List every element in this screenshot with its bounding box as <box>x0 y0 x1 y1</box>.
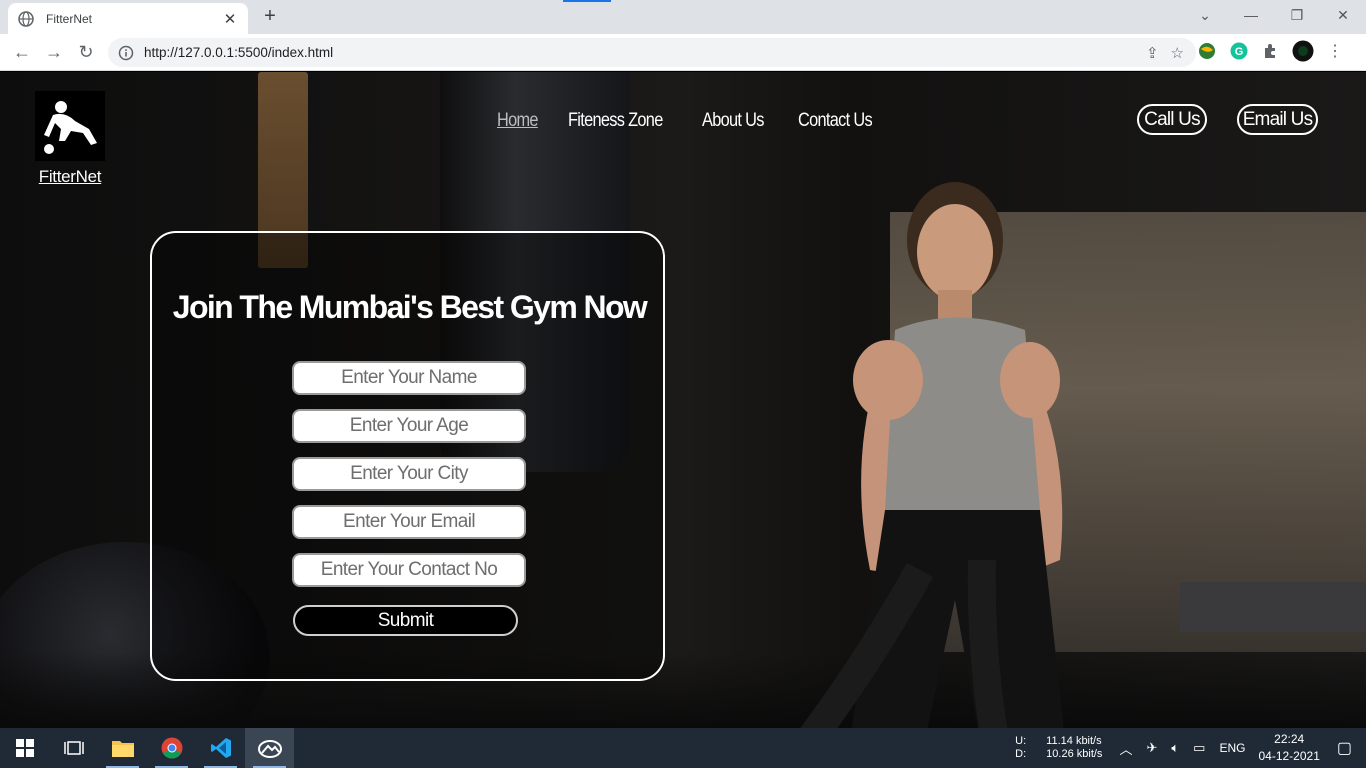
bookmark-star-icon[interactable]: ☆ <box>1171 44 1184 62</box>
browser-tab[interactable]: FitterNet ✕ <box>8 3 248 34</box>
windows-start-icon[interactable] <box>0 728 49 768</box>
name-input[interactable]: Enter Your Name <box>292 361 526 395</box>
tab-search-icon[interactable]: ⌄ <box>1182 7 1228 24</box>
fitness-figure-logo-icon <box>35 91 105 161</box>
tab-loading-indicator <box>563 0 611 2</box>
call-us-button[interactable]: Call Us <box>1137 104 1207 135</box>
city-input[interactable]: Enter Your City <box>292 457 526 491</box>
upload-label: U: <box>1015 735 1027 747</box>
athlete-image <box>800 182 1064 728</box>
network-speed-meter: U: 11.14 kbit/s D: 10.26 kbit/s <box>1015 735 1102 761</box>
join-form-card: Join The Mumbai's Best Gym Now Enter You… <box>150 231 665 681</box>
system-tray: U: 11.14 kbit/s D: 10.26 kbit/s ︿ ✈ 🔈︎ ▭ E… <box>1015 728 1366 768</box>
browser-tab-strip: FitterNet ✕ + ⌄ — ❐ ✕ <box>0 0 1366 34</box>
vscode-icon[interactable] <box>196 728 245 768</box>
email-input[interactable]: Enter Your Email <box>292 505 526 539</box>
share-icon[interactable]: ⇪ <box>1146 44 1159 62</box>
extensions-area: G ⋮ <box>1196 40 1346 62</box>
nav-contact-us-link[interactable]: Contact Us <box>798 110 873 132</box>
close-window-icon[interactable]: ✕ <box>1320 7 1366 24</box>
clock-date: 04-12-2021 <box>1258 749 1320 763</box>
restore-icon[interactable]: ❐ <box>1274 7 1320 24</box>
clock[interactable]: 22:24 04-12-2021 <box>1258 731 1319 765</box>
clock-time: 22:24 <box>1274 732 1305 746</box>
site-brand[interactable]: FitterNet <box>35 91 105 187</box>
tab-title: FitterNet <box>46 11 93 26</box>
extensions-puzzle-icon[interactable] <box>1260 40 1282 62</box>
windows-taskbar: U: 11.14 kbit/s D: 10.26 kbit/s ︿ ✈ 🔈︎ ▭ E… <box>0 728 1366 768</box>
reload-icon[interactable]: ↻ <box>70 36 102 68</box>
nav-fitness-zone-link[interactable]: Fiteness Zone <box>568 110 663 132</box>
file-explorer-icon[interactable] <box>98 728 147 768</box>
email-us-button[interactable]: Email Us <box>1237 104 1318 135</box>
chrome-icon[interactable] <box>147 728 196 768</box>
notifications-icon[interactable]: ▢ <box>1337 738 1352 758</box>
show-hidden-icons-icon[interactable]: ︿ <box>1119 739 1132 758</box>
close-tab-icon[interactable]: ✕ <box>222 10 238 28</box>
minimize-icon[interactable]: — <box>1228 7 1274 23</box>
photos-app-icon[interactable] <box>245 728 294 768</box>
grammarly-icon[interactable]: G <box>1228 40 1250 62</box>
window-controls: ⌄ — ❐ ✕ <box>1182 0 1366 30</box>
contact-number-input[interactable]: Enter Your Contact No <box>292 553 526 587</box>
back-icon[interactable]: ← <box>6 36 38 68</box>
new-tab-icon[interactable]: + <box>258 5 282 28</box>
browser-menu-icon[interactable]: ⋮ <box>1324 40 1346 62</box>
battery-icon[interactable]: ▭ <box>1193 740 1205 756</box>
upload-speed: 11.14 kbit/s <box>1046 735 1102 747</box>
browser-toolbar: ← → ↻ http://127.0.0.1:5500/index.html ⇪… <box>0 34 1366 71</box>
url-text: http://127.0.0.1:5500/index.html <box>144 45 334 60</box>
download-label: D: <box>1015 748 1027 760</box>
nav-home-link[interactable]: Home <box>497 110 539 132</box>
background-bench <box>1180 582 1366 632</box>
nav-about-us-link[interactable]: About Us <box>702 110 764 132</box>
extension-globe-icon[interactable] <box>1196 40 1218 62</box>
address-bar[interactable]: http://127.0.0.1:5500/index.html ⇪ ☆ <box>108 38 1196 67</box>
task-view-icon[interactable] <box>49 728 98 768</box>
svg-text:G: G <box>1235 46 1244 58</box>
download-speed: 10.26 kbit/s <box>1046 748 1103 760</box>
volume-icon[interactable]: 🔈︎ <box>1171 740 1179 756</box>
forward-icon[interactable]: → <box>38 36 70 68</box>
main-navigation: Home Fiteness Zone About Us Contact Us <box>497 110 884 132</box>
info-icon[interactable] <box>118 45 134 61</box>
form-title: Join The Mumbai's Best Gym Now <box>172 289 648 325</box>
profile-avatar[interactable] <box>1292 40 1314 62</box>
brand-name-link[interactable]: FitterNet <box>35 167 105 187</box>
airplane-mode-icon[interactable]: ✈ <box>1146 740 1157 756</box>
hero-section: FitterNet Home Fiteness Zone About Us Co… <box>0 72 1366 728</box>
language-indicator[interactable]: ENG <box>1219 741 1245 755</box>
age-input[interactable]: Enter Your Age <box>292 409 526 443</box>
globe-icon <box>18 10 34 27</box>
submit-button[interactable]: Submit <box>293 605 518 636</box>
